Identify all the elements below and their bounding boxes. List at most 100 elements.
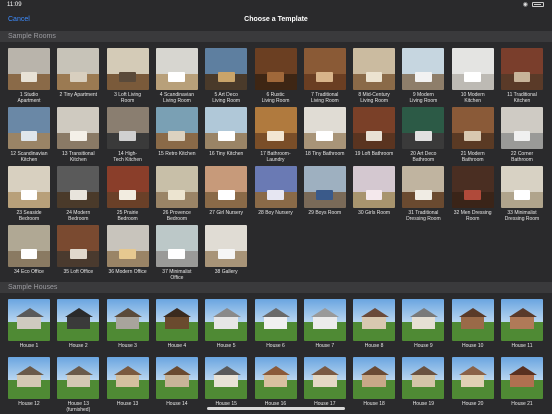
room-template-tile[interactable]: 26 Provence Bedroom xyxy=(155,166,198,222)
house-template-tile[interactable]: House 19 xyxy=(402,357,445,407)
house-template-tile[interactable]: House 2 xyxy=(57,299,100,349)
room-template-tile[interactable]: 24 Modern Bedroom xyxy=(57,166,100,222)
room-template-tile[interactable]: 33 Minimalist Dressing Room xyxy=(501,166,543,222)
template-label-line2: (furnished) xyxy=(66,407,91,413)
room-template-tile[interactable]: 10 Modern Kitchen xyxy=(451,48,494,104)
room-template-tile[interactable]: 2 Tiny Apartment xyxy=(57,48,100,98)
room-thumbnail xyxy=(106,225,149,267)
template-label-line2: Bathroom xyxy=(511,157,533,163)
house-template-tile[interactable]: House 13 xyxy=(106,357,149,407)
house-thumbnail xyxy=(501,299,543,341)
room-thumbnail xyxy=(353,107,396,149)
house-thumbnail xyxy=(353,299,396,341)
room-template-tile[interactable]: 34 Eco Office xyxy=(8,225,50,275)
room-template-tile[interactable]: 17 Bathroom- Laundry xyxy=(254,107,297,163)
room-template-tile[interactable]: 8 Mid-Century Living Room xyxy=(353,48,396,104)
house-template-tile[interactable]: House 11 xyxy=(501,299,543,349)
house-thumbnail xyxy=(106,299,149,341)
room-template-tile[interactable]: 11 Traditional Kitchen xyxy=(501,48,543,104)
house-thumbnail xyxy=(155,357,198,399)
template-label: 33 Minimalist Dressing Room xyxy=(492,210,552,222)
template-label-line2: Bedroom xyxy=(166,216,188,222)
room-template-tile[interactable]: 25 Prairie Bedroom xyxy=(106,166,149,222)
room-template-tile[interactable]: 12 Scandinavian Kitchen xyxy=(8,107,50,163)
house-template-tile[interactable]: House 10 xyxy=(451,299,494,349)
room-thumbnail xyxy=(254,166,297,208)
room-template-tile[interactable]: 35 Loft Office xyxy=(57,225,100,275)
house-template-tile[interactable]: House 6 xyxy=(254,299,297,349)
house-template-tile[interactable]: House 7 xyxy=(303,299,346,349)
room-template-tile[interactable]: 21 Modern Bathroom xyxy=(451,107,494,163)
house-thumbnail xyxy=(353,357,396,399)
room-thumbnail xyxy=(106,48,149,90)
house-template-tile[interactable]: House 3 xyxy=(106,299,149,349)
house-thumbnail xyxy=(402,299,445,341)
home-indicator[interactable] xyxy=(207,407,345,410)
room-template-tile[interactable]: 5 Art Deco Living Room xyxy=(205,48,248,104)
house-thumbnail xyxy=(254,299,297,341)
room-thumbnail xyxy=(353,166,396,208)
room-template-tile[interactable]: 13 Transitional Kitchen xyxy=(57,107,100,163)
room-template-tile[interactable]: 16 Tiny Kitchen xyxy=(205,107,248,157)
room-template-tile[interactable]: 18 Tiny Bathroom xyxy=(303,107,346,157)
house-template-tile[interactable]: House 4 xyxy=(155,299,198,349)
room-template-tile[interactable]: 22 Corner Bathroom xyxy=(501,107,543,163)
room-template-tile[interactable]: 9 Modern Living Room xyxy=(402,48,445,104)
room-template-tile[interactable]: 38 Gallery xyxy=(205,225,248,275)
room-thumbnail xyxy=(205,225,248,267)
house-thumbnail xyxy=(254,357,297,399)
template-label: 11 Traditional Kitchen xyxy=(492,92,552,104)
house-template-tile[interactable]: House 1 xyxy=(8,299,50,349)
room-template-tile[interactable]: 36 Modern Office xyxy=(106,225,149,275)
template-label-line2: Kitchen xyxy=(513,98,531,104)
room-thumbnail xyxy=(303,48,346,90)
house-template-tile[interactable]: House 17 xyxy=(303,357,346,407)
house-thumbnail xyxy=(451,299,494,341)
room-thumbnail xyxy=(155,166,198,208)
room-template-tile[interactable]: 32 Men Dressing Room xyxy=(451,166,494,222)
room-template-tile[interactable]: 31 Traditional Dressing Room xyxy=(402,166,445,222)
room-template-tile[interactable]: 4 Scandinavian Living Room xyxy=(155,48,198,104)
rooms-grid: 1 Studio Apartment 2 Tiny Apartment 3 Loft … xyxy=(0,48,552,284)
status-time: 11:09 xyxy=(7,2,22,8)
house-template-tile[interactable]: House 8 xyxy=(353,299,396,349)
room-thumbnail xyxy=(402,48,445,90)
room-thumbnail xyxy=(402,107,445,149)
house-template-tile[interactable]: House 15 xyxy=(205,357,248,407)
room-thumbnail xyxy=(106,107,149,149)
house-template-tile[interactable]: House 12 xyxy=(8,357,50,407)
template-label: House 11 xyxy=(492,343,552,349)
room-template-tile[interactable]: 19 Loft Bathroom xyxy=(353,107,396,157)
house-template-tile[interactable]: House 5 xyxy=(205,299,248,349)
section-title-rooms: Sample Rooms xyxy=(8,33,56,40)
house-template-tile[interactable]: House 20 xyxy=(451,357,494,407)
room-template-tile[interactable]: 27 Girl Nursery xyxy=(205,166,248,216)
room-thumbnail xyxy=(205,48,248,90)
room-template-tile[interactable]: 1 Studio Apartment xyxy=(8,48,50,104)
room-template-tile[interactable]: 30 Girls Room xyxy=(353,166,396,216)
room-thumbnail xyxy=(205,107,248,149)
room-template-tile[interactable]: 14 High- Tech Kitchen xyxy=(106,107,149,163)
room-template-tile[interactable]: 28 Boy Nursery xyxy=(254,166,297,216)
room-template-tile[interactable]: 37 Minimalist Office xyxy=(155,225,198,281)
room-template-tile[interactable]: 23 Seaside Bedroom xyxy=(8,166,50,222)
room-template-tile[interactable]: 15 Retro Kitchen xyxy=(155,107,198,157)
room-template-tile[interactable]: 20 Art Deco Bathroom xyxy=(402,107,445,163)
room-template-tile[interactable]: 3 Loft Living Room xyxy=(106,48,149,104)
house-template-tile[interactable]: House 9 xyxy=(402,299,445,349)
houses-grid: House 1 House 2 House 3 House 4 House 5 House… xyxy=(0,299,552,414)
house-template-tile[interactable]: House 13 (furnished) xyxy=(57,357,100,413)
house-template-tile[interactable]: House 16 xyxy=(254,357,297,407)
room-template-tile[interactable]: 29 Boys Room xyxy=(303,166,346,216)
room-thumbnail xyxy=(8,107,50,149)
house-template-tile[interactable]: House 14 xyxy=(155,357,198,407)
house-template-tile[interactable]: House 18 xyxy=(353,357,396,407)
navigation-bar: Cancel Choose a Template xyxy=(0,10,552,30)
room-thumbnail xyxy=(8,166,50,208)
room-template-tile[interactable]: 6 Rustic Living Room xyxy=(254,48,297,104)
room-template-tile[interactable]: 7 Traditional Living Room xyxy=(303,48,346,104)
house-template-tile[interactable]: House 21 xyxy=(501,357,543,407)
template-label-line1: House 11 xyxy=(511,343,533,349)
section-title-houses: Sample Houses xyxy=(8,284,58,291)
room-thumbnail xyxy=(57,107,100,149)
